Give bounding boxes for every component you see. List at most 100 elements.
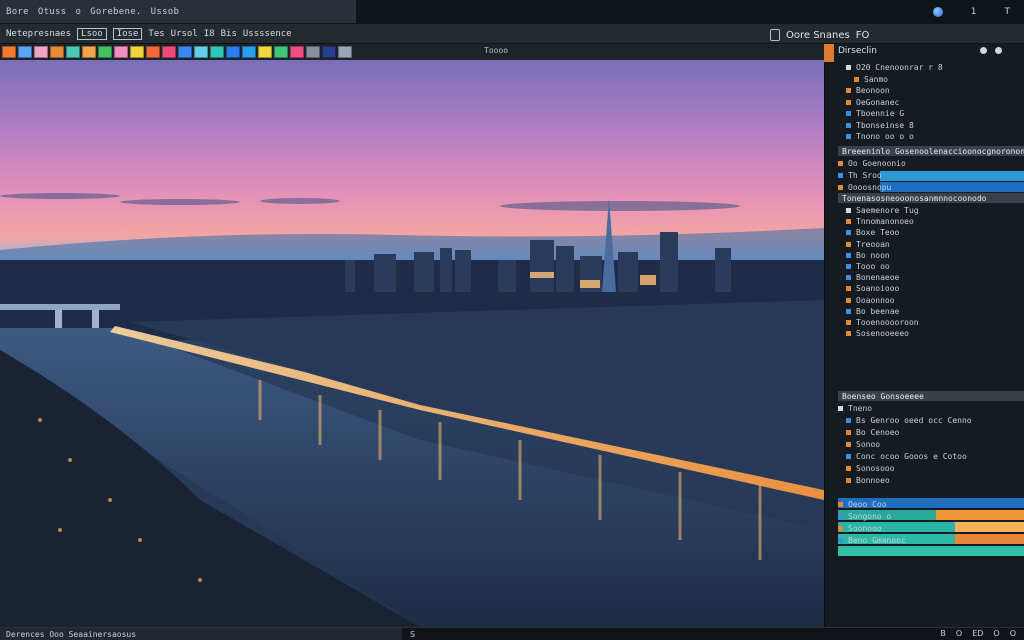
- row-label: Sonosooo: [856, 464, 895, 473]
- menu-item-2[interactable]: Otuss: [38, 7, 67, 17]
- panel-row[interactable]: Tnono oo o o: [838, 131, 1024, 142]
- panel-row[interactable]: Bo beenae: [838, 306, 1024, 317]
- color-swatch-13[interactable]: [194, 46, 208, 58]
- panel-menu-icon[interactable]: [980, 47, 987, 54]
- panel-close-icon[interactable]: [995, 47, 1002, 54]
- panel-row[interactable]: Tboennie G: [838, 108, 1024, 119]
- panel-row[interactable]: Soanoiooo: [838, 283, 1024, 294]
- doc-tab-2[interactable]: Lsoo: [77, 28, 107, 40]
- layer-row[interactable]: Oeoo Coo: [838, 499, 1024, 510]
- panel-row[interactable]: Sanmo: [838, 74, 1024, 85]
- color-swatch-14[interactable]: [210, 46, 224, 58]
- status-bar: Derences Ooo Seaainersaosus S B O ED O O: [0, 627, 1024, 640]
- color-swatch-22[interactable]: [338, 46, 352, 58]
- color-swatch-19[interactable]: [290, 46, 304, 58]
- status-icon-2[interactable]: O: [956, 629, 962, 638]
- panel-selected-row[interactable]: Oooosnopu: [838, 182, 1024, 193]
- row-label: Bo noon: [856, 250, 890, 260]
- layer-row[interactable]: Soonooo: [838, 523, 1024, 534]
- doc-tab-8[interactable]: Ussssence: [243, 29, 292, 39]
- menu-item-5[interactable]: Ussob: [151, 7, 180, 17]
- color-swatch-9[interactable]: [130, 46, 144, 58]
- color-swatch-11[interactable]: [162, 46, 176, 58]
- panel-row[interactable]: Treooan: [838, 239, 1024, 250]
- status-icon-1[interactable]: B: [940, 629, 946, 638]
- layer-bullet-icon: [846, 65, 851, 70]
- panel-selected-row[interactable]: Oo Goenoonio: [838, 158, 1024, 169]
- color-swatch-2[interactable]: [18, 46, 32, 58]
- image-canvas[interactable]: [0, 60, 824, 627]
- doc-tab-3[interactable]: Iose: [112, 28, 143, 40]
- panel-row[interactable]: Conc ocoo Gooos e Cotoo: [838, 451, 1024, 462]
- panel-row[interactable]: O20 Cnenoonrar r 8: [838, 62, 1024, 73]
- color-swatch-16[interactable]: [242, 46, 256, 58]
- doc-tab-5[interactable]: Ursol: [171, 29, 198, 39]
- panel-section-header[interactable]: Breeeninlo Gosenoolenaccioonocgnorononne…: [838, 146, 1024, 156]
- panel-row[interactable]: Tneno: [838, 403, 1024, 414]
- status-icon-4[interactable]: O: [993, 629, 999, 638]
- status-icon-5[interactable]: O: [1010, 629, 1016, 638]
- color-swatch-17[interactable]: [258, 46, 272, 58]
- panel-row[interactable]: Bo noon: [838, 250, 1024, 261]
- color-swatch-12[interactable]: [178, 46, 192, 58]
- doc-tab-6[interactable]: I8: [204, 29, 215, 39]
- color-swatch-1[interactable]: [2, 46, 16, 58]
- layer-row[interactable]: Beno Gmanonc: [838, 535, 1024, 546]
- layer-bullet-icon: [846, 442, 851, 447]
- doc-tab-4[interactable]: Tes: [148, 29, 164, 39]
- color-swatch-7[interactable]: [98, 46, 112, 58]
- layer-bullet-icon: [846, 466, 851, 471]
- panel-row[interactable]: Tooenooooroon: [838, 317, 1024, 328]
- color-swatch-4[interactable]: [50, 46, 64, 58]
- panel-row[interactable]: OeGonanec: [838, 97, 1024, 108]
- panel-row[interactable]: Sosenooeeeo: [838, 328, 1024, 339]
- color-swatch-21[interactable]: [322, 46, 336, 58]
- layer-bullet-icon: [838, 161, 843, 166]
- color-swatch-10[interactable]: [146, 46, 160, 58]
- panel-row[interactable]: Beonoon: [838, 85, 1024, 96]
- layer-row[interactable]: Songono o: [838, 511, 1024, 522]
- row-label: Tnnomanonoeo: [856, 217, 914, 227]
- menu-item-3[interactable]: o: [75, 7, 81, 17]
- row-label: Sonoo: [856, 440, 881, 449]
- title-button-2[interactable]: T: [1005, 7, 1011, 17]
- menu-item-4[interactable]: Gorebene.: [90, 7, 141, 17]
- layer-bullet-icon: [846, 308, 851, 314]
- panel-row[interactable]: Sonoo: [838, 439, 1024, 450]
- layer-bullet-icon: [846, 264, 851, 269]
- title-button-1[interactable]: 1: [971, 7, 977, 17]
- panel-accent-tab[interactable]: [824, 44, 834, 62]
- layer-bullet-icon: [838, 173, 843, 178]
- globe-icon[interactable]: [932, 7, 943, 17]
- panel-row[interactable]: Tbonseinse 8: [838, 120, 1024, 131]
- panel-row[interactable]: Ooaonnoo: [838, 295, 1024, 306]
- panel-row[interactable]: Saemenore Tug: [838, 205, 1024, 216]
- panel-row[interactable]: Tnnomanonoeo: [838, 216, 1024, 227]
- row-label: Sosenooeeeo: [856, 329, 909, 339]
- color-swatch-3[interactable]: [34, 46, 48, 58]
- color-swatch-6[interactable]: [82, 46, 96, 58]
- panel-row[interactable]: Bonenaeoe: [838, 272, 1024, 283]
- row-label: Tbonseinse 8: [856, 120, 914, 130]
- status-icon-3[interactable]: ED: [972, 629, 983, 638]
- panel-row[interactable]: Boxe Teoo: [838, 227, 1024, 238]
- doc-tab-1[interactable]: Netepresnaes: [6, 29, 71, 39]
- color-swatch-15[interactable]: [226, 46, 240, 58]
- doc-tab-7[interactable]: Bis: [221, 29, 237, 39]
- panel-row[interactable]: Bo Cenoeo: [838, 427, 1024, 438]
- panel-selected-row[interactable]: Th Sroo: [838, 170, 1024, 181]
- color-swatch-20[interactable]: [306, 46, 320, 58]
- panel-row[interactable]: Sonosooo: [838, 463, 1024, 474]
- panel-section-header[interactable]: Boenseo Gonsoeeee: [838, 391, 1024, 401]
- layer-bullet-icon: [838, 502, 843, 507]
- panel-row[interactable]: Tooo oo: [838, 261, 1024, 272]
- color-swatch-5[interactable]: [66, 46, 80, 58]
- color-swatch-8[interactable]: [114, 46, 128, 58]
- panel-row[interactable]: Bonnoeo: [838, 475, 1024, 486]
- menu-item-1[interactable]: Bore: [6, 7, 29, 17]
- panel-row[interactable]: Bs Genroo oeed occ Cenno: [838, 415, 1024, 426]
- panel-section-header[interactable]: Tonenasosneooonosanmnnocoonodo: [838, 193, 1024, 203]
- color-swatch-18[interactable]: [274, 46, 288, 58]
- row-label: Treooan: [856, 239, 890, 249]
- row-label: Tooo oo: [856, 262, 890, 271]
